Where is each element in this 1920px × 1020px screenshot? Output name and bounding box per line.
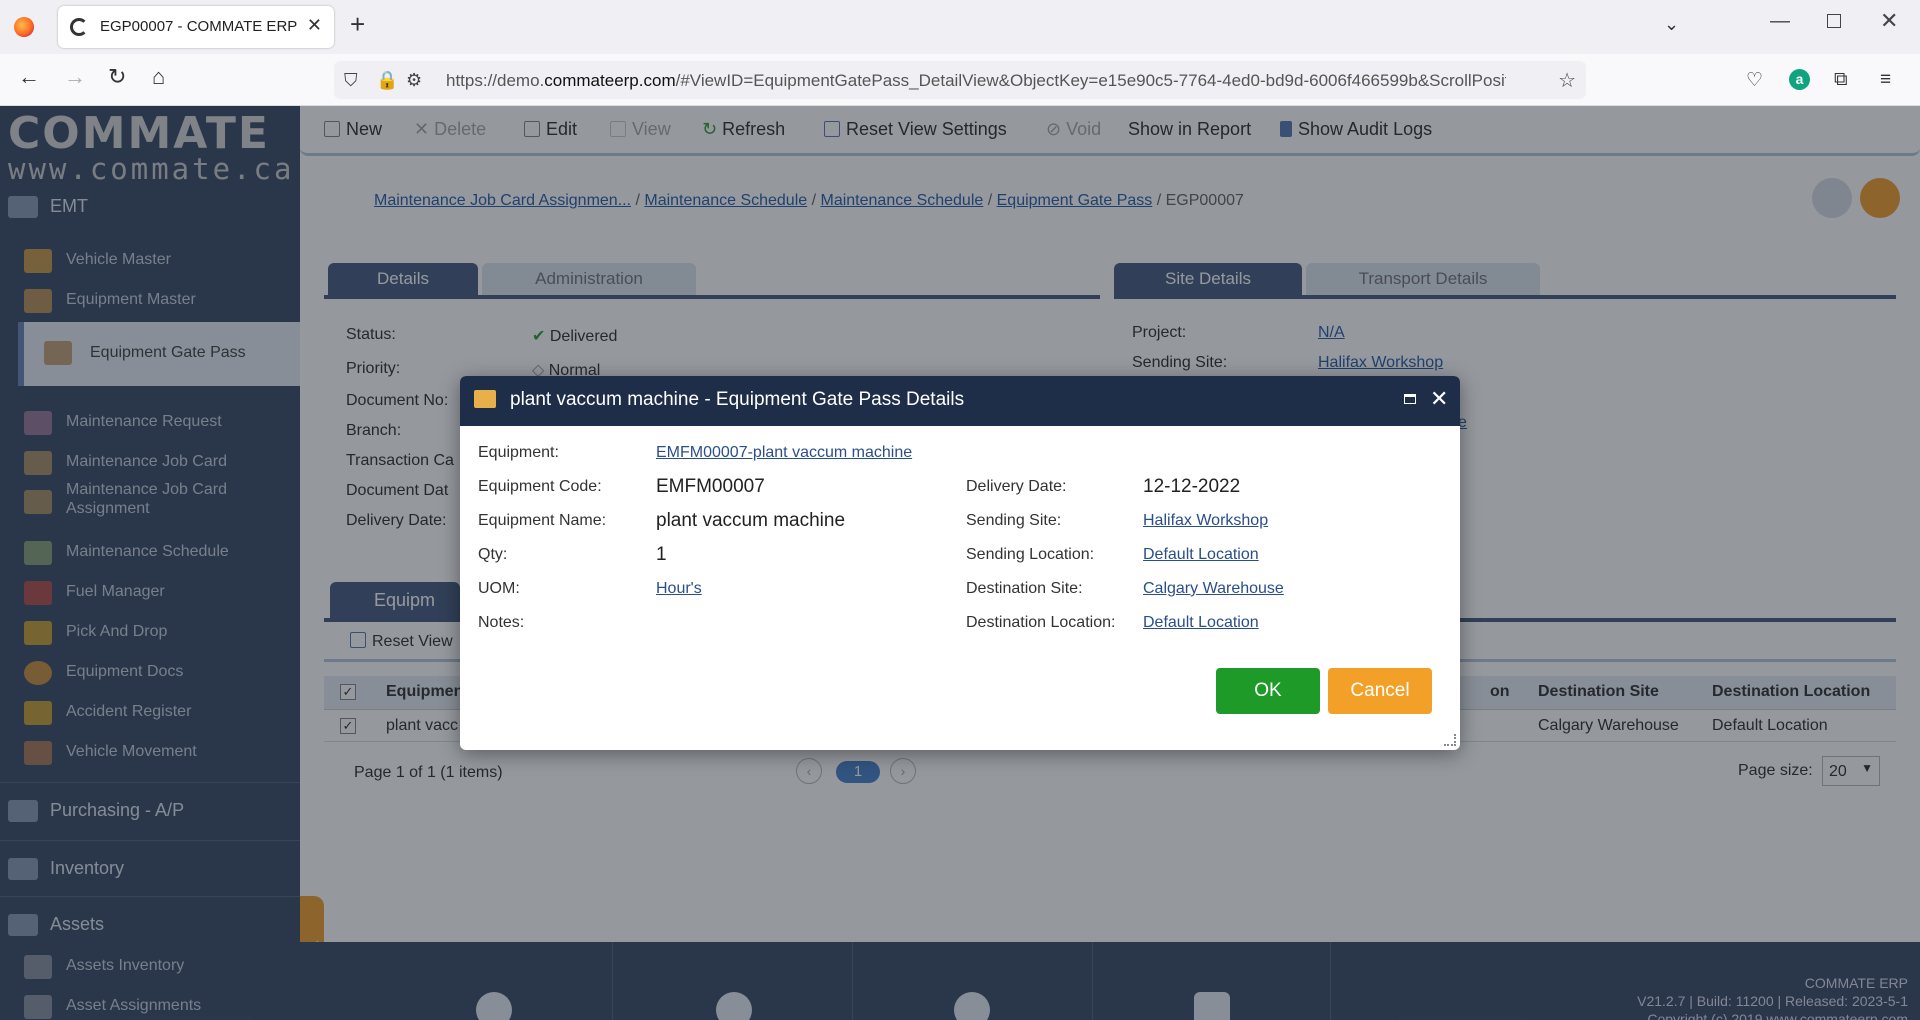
extension-a-icon[interactable]: a <box>1789 69 1810 90</box>
app-area: COMMATE www.commate.ca EMT Vehicle Maste… <box>0 106 1920 1020</box>
destination-location-link[interactable]: Default Location <box>1143 614 1259 632</box>
tab-title: EGP00007 - COMMATE ERP <box>100 18 298 35</box>
uom-link[interactable]: Hour's <box>656 580 702 598</box>
forward-icon[interactable]: → <box>64 66 86 88</box>
sending-site-link[interactable]: Halifax Workshop <box>1143 512 1268 530</box>
notes-label: Notes: <box>478 614 525 631</box>
cancel-button[interactable]: Cancel <box>1328 668 1432 714</box>
browser-nav-bar: ← → ↻ ⌂ ⛉ 🔒 ⚙ https://demo.commateerp.co… <box>0 54 1920 106</box>
equipment-gate-pass-details-dialog: plant vaccum machine - Equipment Gate Pa… <box>460 376 1460 750</box>
permissions-icon[interactable]: ⚙ <box>406 70 422 91</box>
extensions-icon[interactable]: ⧉ <box>1834 69 1848 91</box>
equipment-link[interactable]: EMFM00007-plant vaccum machine <box>656 444 912 462</box>
sending-location-link[interactable]: Default Location <box>1143 546 1259 564</box>
destination-location-label: Destination Location: <box>966 614 1116 631</box>
reload-icon[interactable]: ↻ <box>108 66 126 88</box>
equipment-code-value: EMFM00007 <box>656 476 765 497</box>
home-icon[interactable]: ⌂ <box>152 66 165 88</box>
uom-label: UOM: <box>478 580 520 597</box>
close-icon[interactable]: ✕ <box>1430 386 1448 412</box>
qty-label: Qty: <box>478 546 508 563</box>
destination-site-label: Destination Site: <box>966 580 1083 597</box>
firefox-icon[interactable] <box>14 17 34 37</box>
new-tab-icon[interactable]: + <box>350 11 365 37</box>
equipment-code-label: Equipment Code: <box>478 478 602 495</box>
url-text[interactable]: https://demo.commateerp.com/#ViewID=Equi… <box>446 71 1506 91</box>
delivery-date-label: Delivery Date: <box>966 478 1067 495</box>
lock-icon[interactable]: 🔒 <box>376 70 398 91</box>
sending-site-label: Sending Site: <box>966 512 1062 529</box>
pocket-icon[interactable]: ♡ <box>1746 69 1763 92</box>
sending-location-label: Sending Location: <box>966 546 1095 563</box>
destination-site-link[interactable]: Calgary Warehouse <box>1143 580 1284 598</box>
folder-icon <box>474 390 496 408</box>
minimize-icon[interactable]: — <box>1770 10 1790 33</box>
url-bar[interactable]: ⛉ 🔒 ⚙ https://demo.commateerp.com/#ViewI… <box>334 61 1586 99</box>
menu-icon[interactable]: ≡ <box>1880 69 1891 91</box>
equipment-name-value: plant vaccum machine <box>656 510 846 531</box>
qty-value: 1 <box>656 544 667 565</box>
maximize-icon[interactable] <box>1404 394 1416 404</box>
shield-icon[interactable]: ⛉ <box>344 70 358 91</box>
dialog-header: plant vaccum machine - Equipment Gate Pa… <box>460 376 1460 426</box>
commate-favicon-icon <box>70 18 88 36</box>
resize-handle-icon[interactable] <box>1444 734 1456 746</box>
back-icon[interactable]: ← <box>18 66 40 88</box>
ok-button[interactable]: OK <box>1216 668 1320 714</box>
close-tab-icon[interactable]: ✕ <box>307 15 322 36</box>
window-close-icon[interactable]: ✕ <box>1880 8 1898 34</box>
equipment-label: Equipment: <box>478 444 559 461</box>
browser-tab[interactable]: EGP00007 - COMMATE ERP ✕ <box>58 6 334 48</box>
equipment-name-label: Equipment Name: <box>478 512 607 529</box>
browser-tab-bar: EGP00007 - COMMATE ERP ✕ + ⌄ — ✕ <box>0 0 1920 54</box>
delivery-date-value: 12-12-2022 <box>1143 476 1241 497</box>
dialog-title: plant vaccum machine - Equipment Gate Pa… <box>510 389 965 410</box>
restore-icon[interactable] <box>1827 14 1841 28</box>
bookmark-star-icon[interactable]: ☆ <box>1558 68 1576 93</box>
chevron-down-icon[interactable]: ⌄ <box>1664 14 1679 35</box>
